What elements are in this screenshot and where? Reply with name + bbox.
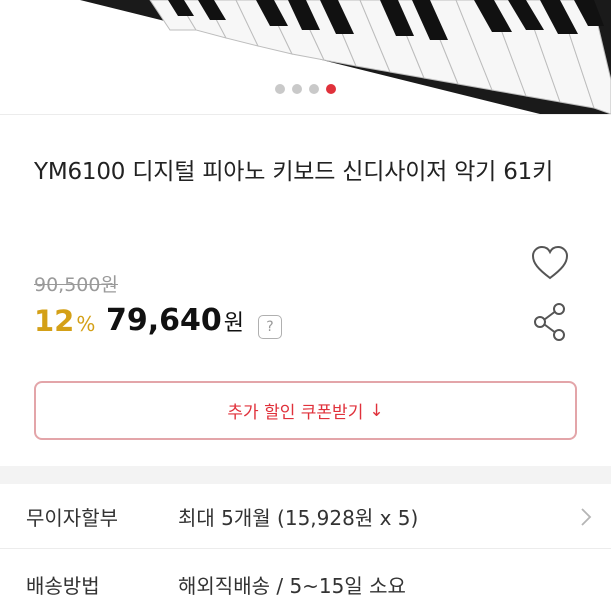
installment-value: 최대 5개월 (15,928원 x 5) — [178, 506, 419, 530]
sale-price: 79,640원 — [106, 303, 244, 338]
installment-row[interactable]: 무이자할부 최대 5개월 (15,928원 x 5) — [0, 485, 611, 549]
section-gap — [0, 466, 611, 484]
sale-price-unit: 원 — [223, 311, 245, 336]
discount-rate: 12% — [34, 304, 95, 338]
shipping-value: 해외직배송 / 5~15일 소요 — [178, 573, 406, 598]
help-icon[interactable]: ? — [258, 315, 282, 339]
heart-icon[interactable] — [530, 244, 570, 282]
coupon-download-button[interactable]: 추가 할인 쿠폰받기 ↓ — [34, 381, 577, 440]
chevron-right-icon — [581, 508, 592, 526]
shipping-label: 배송방법 — [26, 573, 100, 598]
installment-label: 무이자할부 — [26, 506, 118, 530]
coupon-label: 추가 할인 쿠폰받기 — [227, 403, 364, 423]
carousel-indicator — [0, 84, 611, 94]
discount-symbol: % — [76, 312, 96, 336]
product-image-carousel[interactable] — [0, 0, 611, 114]
divider — [0, 114, 611, 115]
product-image — [80, 0, 611, 114]
carousel-dot[interactable] — [275, 84, 285, 94]
download-icon: ↓ — [369, 400, 384, 421]
sale-price-value: 79,640 — [106, 303, 222, 338]
share-icon[interactable] — [532, 302, 568, 342]
original-price: 90,500원 — [34, 274, 118, 296]
carousel-dot[interactable] — [292, 84, 302, 94]
carousel-dot-active[interactable] — [326, 84, 336, 94]
discount-value: 12 — [34, 304, 75, 338]
shipping-row: 배송방법 해외직배송 / 5~15일 소요 — [0, 552, 611, 611]
carousel-dot[interactable] — [309, 84, 319, 94]
product-title: YM6100 디지털 피아노 키보드 신디사이저 악기 61키 — [34, 159, 554, 185]
